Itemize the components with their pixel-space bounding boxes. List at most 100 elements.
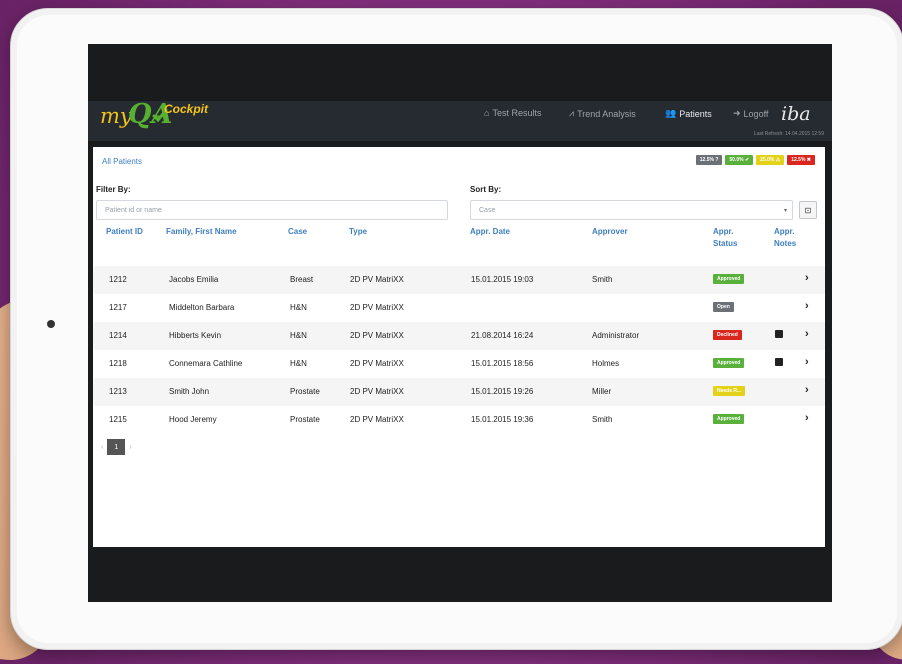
sort-direction-button[interactable]: ⊡ [799, 201, 817, 219]
cell-date: 15.01.2015 19:03 [471, 275, 534, 284]
chevron-right-icon[interactable]: › [805, 384, 809, 396]
note-icon[interactable] [775, 358, 783, 366]
cell-case: H&N [290, 303, 307, 312]
col-case[interactable]: Case [288, 226, 307, 238]
status-summary: 12.5% ? 50.0% ✔ 25.0% ⚠ 12.5% ✖ [695, 155, 815, 165]
nav-label: Logoff [743, 108, 769, 119]
table-row[interactable]: 1215 Hood Jeremy Prostate 2D PV MatriXX … [93, 406, 825, 434]
cell-type: 2D PV MatriXX [350, 359, 404, 368]
col-name[interactable]: Family, First Name [166, 226, 237, 238]
nav-trend-analysis[interactable]: ⩘ Trend Analysis [569, 108, 636, 119]
col-patient-id[interactable]: Patient ID [106, 226, 148, 238]
col-appr-status[interactable]: Appr. Status [713, 226, 753, 250]
cell-case: H&N [290, 331, 307, 340]
pager-next[interactable]: › [129, 444, 131, 451]
logoff-icon: ➜ [733, 108, 741, 118]
stat-badge-review: 25.0% ⚠ [756, 155, 785, 165]
cell-id: 1213 [109, 387, 127, 396]
status-badge: Approved [713, 358, 745, 368]
cell-type: 2D PV MatriXX [350, 331, 404, 340]
stat-badge-approved: 50.0% ✔ [725, 155, 754, 165]
table-row[interactable]: 1213 Smith John Prostate 2D PV MatriXX 1… [93, 378, 825, 406]
cell-type: 2D PV MatriXX [350, 415, 404, 424]
sort-select[interactable]: Case ▾ [470, 200, 793, 220]
app-screen: my QA Cockpit ⌂ Test Results ⩘ Trend Ana… [88, 44, 832, 602]
breadcrumb[interactable]: All Patients [102, 157, 142, 166]
cell-id: 1217 [109, 303, 127, 312]
cell-case: Prostate [290, 415, 320, 424]
nav-test-results[interactable]: ⌂ Test Results [484, 108, 541, 118]
stat-badge-declined: 12.5% ✖ [787, 155, 815, 165]
caret-icon: ▾ [783, 208, 787, 214]
nav-logoff[interactable]: ➜ Logoff [733, 108, 768, 119]
nav-label: Patients [679, 108, 712, 119]
pager-prev[interactable]: ‹ [101, 444, 103, 451]
filter-label: Filter By: [96, 185, 131, 194]
filter-input[interactable]: Patient id or name [96, 200, 448, 220]
last-refresh: Last Refresh: 14.04.2015 12:59 [753, 131, 824, 137]
cell-approver: Holmes [592, 359, 620, 368]
col-appr-notes[interactable]: Appr. Notes [774, 226, 808, 250]
cell-name: Smith John [169, 387, 210, 396]
table-row[interactable]: 1214 Hibberts Kevin H&N 2D PV MatriXX 21… [93, 322, 825, 350]
logo-my: my [100, 104, 132, 128]
status-badge: Approved [713, 414, 745, 424]
chevron-right-icon[interactable]: › [805, 300, 809, 312]
sort-label: Sort By: [470, 185, 502, 194]
cell-date: 15.01.2015 19:36 [471, 415, 534, 424]
chevron-right-icon[interactable]: › [805, 356, 809, 368]
camera-dot [47, 320, 55, 328]
cell-name: Jacobs Emilia [169, 275, 219, 284]
chevron-right-icon[interactable]: › [805, 328, 809, 340]
cell-name: Middelton Barbara [169, 303, 235, 312]
page-1-button[interactable]: 1 [107, 439, 126, 455]
chevron-right-icon[interactable]: › [805, 272, 809, 284]
chevron-right-icon[interactable]: › [805, 412, 809, 424]
cell-type: 2D PV MatriXX [350, 387, 404, 396]
logo-cockpit: Cockpit [164, 102, 209, 116]
cell-approver: Administrator [592, 331, 640, 340]
chart-icon: ⩘ [569, 108, 575, 118]
nav-label: Test Results [492, 108, 542, 118]
status-badge: Declined [713, 330, 742, 340]
cell-id: 1214 [109, 331, 127, 340]
cell-case: Prostate [290, 387, 320, 396]
nav-patients[interactable]: 👥 Patients [665, 108, 712, 119]
cell-name: Hibberts Kevin [169, 331, 222, 340]
cell-id: 1215 [109, 415, 127, 424]
users-icon: 👥 [665, 108, 677, 118]
status-badge: Needs R... [713, 386, 746, 396]
table-row[interactable]: 1218 Connemara Cathline H&N 2D PV MatriX… [93, 350, 825, 378]
cell-id: 1212 [109, 275, 127, 284]
cell-type: 2D PV MatriXX [350, 275, 404, 284]
iba-brand-logo: iba [781, 103, 811, 125]
nav-label: Trend Analysis [577, 108, 636, 119]
cell-name: Connemara Cathline [169, 359, 243, 368]
col-appr-date[interactable]: Appr. Date [470, 226, 510, 238]
pagination: ‹ 1 › [101, 439, 132, 455]
tablet-frame: my QA Cockpit ⌂ Test Results ⩘ Trend Ana… [10, 8, 902, 650]
cell-approver: Miller [592, 387, 612, 396]
cell-case: Breast [290, 275, 314, 284]
cell-date: 15.01.2015 19:26 [471, 387, 534, 396]
cell-date: 15.01.2015 18:56 [471, 359, 534, 368]
patients-panel: All Patients 12.5% ? 50.0% ✔ 25.0% ⚠ 12.… [93, 147, 825, 547]
col-approver[interactable]: Approver [592, 226, 628, 238]
home-icon: ⌂ [484, 108, 490, 118]
sort-toggle-icon: ⊡ [804, 205, 812, 215]
col-type[interactable]: Type [349, 226, 367, 238]
cell-type: 2D PV MatriXX [350, 303, 404, 312]
cell-date: 21.08.2014 16:24 [471, 331, 534, 340]
status-badge: Open [713, 302, 734, 312]
table-row[interactable]: 1212 Jacobs Emilia Breast 2D PV MatriXX … [93, 266, 825, 294]
cell-case: H&N [290, 359, 307, 368]
cell-id: 1218 [109, 359, 127, 368]
cell-approver: Smith [592, 275, 613, 284]
table-row[interactable]: 1217 Middelton Barbara H&N 2D PV MatriXX… [93, 294, 825, 322]
status-badge: Approved [713, 274, 745, 284]
note-icon[interactable] [775, 330, 783, 338]
cell-name: Hood Jeremy [169, 415, 217, 424]
cell-approver: Smith [592, 415, 613, 424]
sort-value: Case [479, 207, 496, 214]
stat-badge-open: 12.5% ? [695, 155, 723, 165]
